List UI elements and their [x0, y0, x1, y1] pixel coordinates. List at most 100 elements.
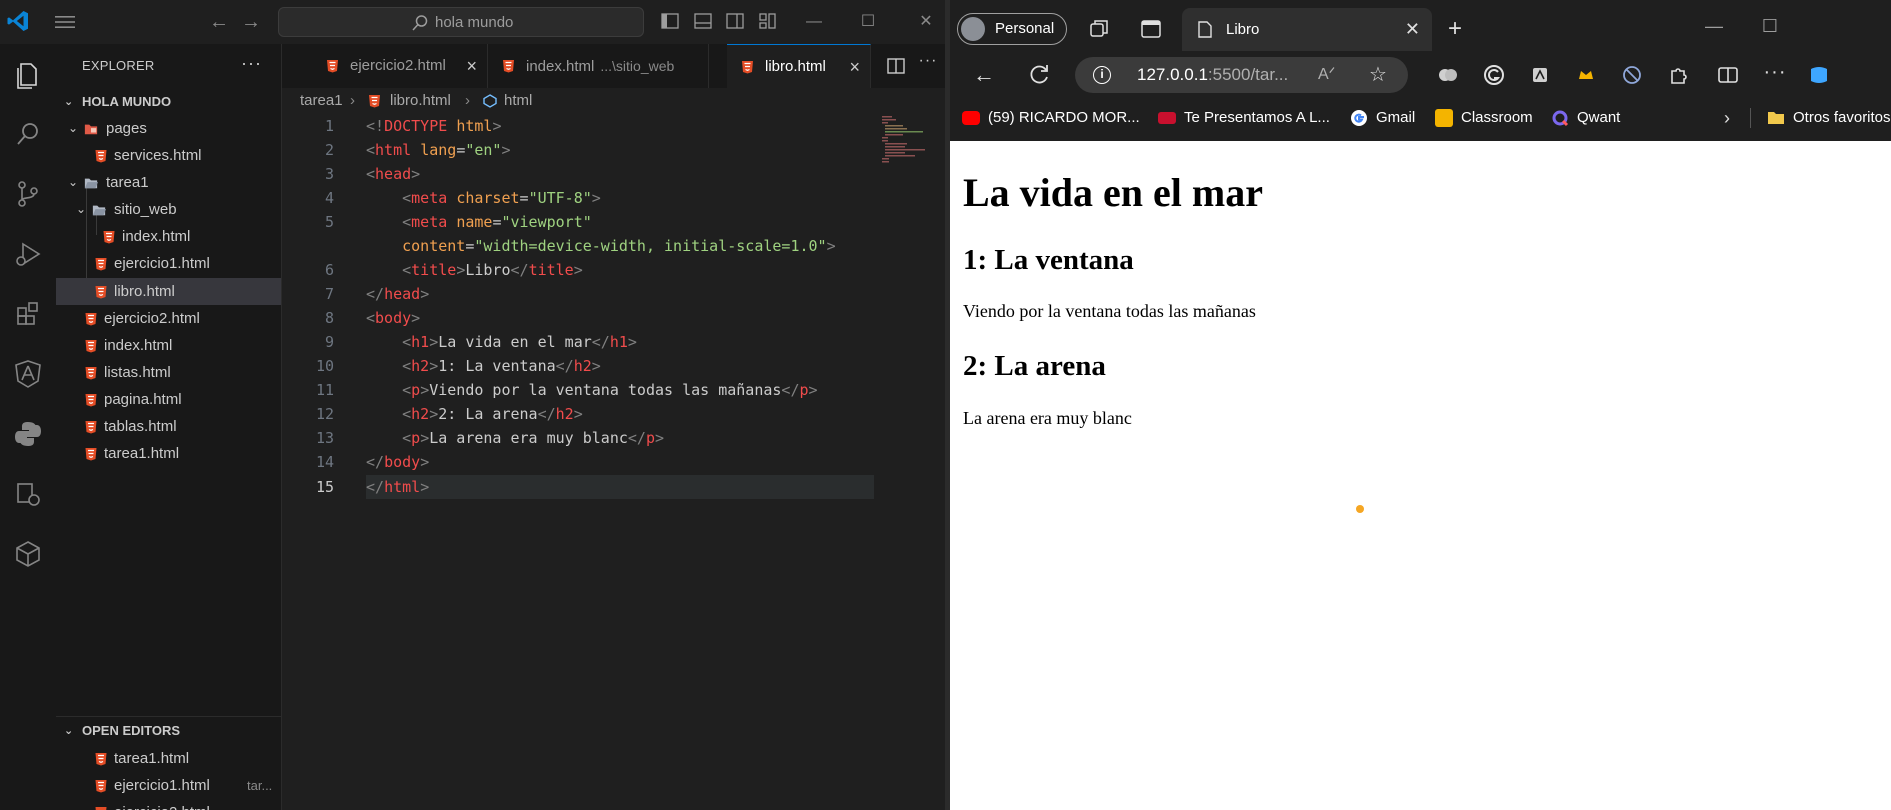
command-center-search[interactable]: hola mundo — [278, 7, 644, 37]
customize-layout-icon[interactable] — [759, 12, 777, 30]
tree-file-libro[interactable]: libro.html — [56, 278, 281, 305]
code-line: <meta name="viewport" — [402, 213, 592, 231]
tree-file-tarea1[interactable]: tarea1.html — [56, 440, 281, 467]
chevron-down-icon: ⌄ — [67, 175, 79, 189]
chevron-down-icon: ⌄ — [67, 121, 79, 135]
toggle-primary-sidebar-icon[interactable] — [661, 12, 679, 30]
toggle-secondary-sidebar-icon[interactable] — [726, 12, 744, 30]
breadcrumb-folder[interactable]: tarea1 — [300, 88, 343, 114]
other-favorites[interactable]: Otros favoritos — [1767, 106, 1891, 130]
explorer-icon[interactable] — [10, 56, 46, 92]
extension-a-icon[interactable] — [1526, 61, 1554, 89]
tab-libro-browser[interactable]: Libro ✕ — [1182, 8, 1432, 51]
favorite-star-icon[interactable]: ☆ — [1369, 57, 1387, 93]
address-bar[interactable]: i 127.0.0.1:5500/tar... Aᐟ ☆ — [1075, 57, 1408, 93]
forward-arrow-icon[interactable]: → — [240, 12, 262, 32]
tree-file-tablas[interactable]: tablas.html — [56, 413, 281, 440]
tree-file-index[interactable]: index.html — [56, 332, 281, 359]
breadcrumb-symbol[interactable]: html — [504, 88, 532, 114]
back-arrow-icon[interactable]: ← — [970, 61, 998, 89]
back-arrow-icon[interactable]: ← — [208, 12, 230, 32]
breadcrumb-file[interactable]: libro.html — [390, 88, 451, 114]
explorer-sidebar: EXPLORER ··· ⌄ HOLA MUNDO ⌄ pages servic… — [56, 44, 282, 810]
split-screen-icon[interactable] — [1714, 61, 1742, 89]
split-editor-icon[interactable] — [886, 56, 906, 76]
workspace-root-label: HOLA MUNDO — [82, 94, 172, 109]
tab-close-icon[interactable]: × — [466, 44, 477, 88]
profile-button[interactable]: Personal — [957, 13, 1067, 45]
read-aloud-icon[interactable]: Aᐟ — [1318, 57, 1335, 93]
refresh-icon[interactable] — [1025, 61, 1053, 89]
bookmark-item[interactable]: Gmail — [1350, 106, 1430, 130]
browser-chrome: Personal Libro ✕ + — ☐ ← i 127.0.0.1:550… — [950, 0, 1891, 141]
tree-folder-sitio-web[interactable]: ⌄ sitio_web — [56, 196, 281, 223]
code-line: <!DOCTYPE html> — [366, 117, 502, 135]
open-editors-label: OPEN EDITORS — [82, 723, 181, 738]
tab-close-icon[interactable]: × — [849, 45, 860, 89]
minimap[interactable] — [880, 114, 940, 174]
tab-libro[interactable]: libro.html × — [727, 44, 871, 88]
open-editor-item[interactable]: tarea1.html — [56, 745, 281, 772]
bookmark-item[interactable]: Classroom — [1435, 106, 1545, 130]
copilot-sidebar-icon[interactable] — [1805, 61, 1833, 89]
tree-file-ejercicio2[interactable]: ejercicio2.html — [56, 305, 281, 332]
toggle-panel-icon[interactable] — [694, 12, 712, 30]
workspace-root-header[interactable]: ⌄ HOLA MUNDO — [56, 89, 281, 115]
angular-icon[interactable] — [10, 356, 46, 392]
line-number: 2 — [324, 141, 334, 159]
tab-close-icon[interactable]: ✕ — [1405, 8, 1420, 51]
search-sidebar-icon[interactable] — [10, 116, 46, 152]
tree-label: ejercicio2.html — [104, 310, 200, 327]
minimize-icon[interactable]: — — [1700, 12, 1728, 40]
maximize-icon[interactable]: ☐ — [1756, 12, 1784, 40]
source-control-icon[interactable] — [10, 176, 46, 212]
copilot-icon[interactable] — [1434, 61, 1462, 89]
paragraph: Viendo por la ventana todas las mañanas — [963, 301, 1256, 321]
address-host: 127.0.0.1 — [1137, 65, 1208, 84]
tab-actions-icon[interactable] — [1137, 15, 1165, 43]
new-tab-icon[interactable]: + — [1441, 15, 1469, 43]
line-number: 6 — [324, 261, 334, 279]
code-editor[interactable]: 1 2 3 4 5 6 7 8 9 10 11 12 13 14 15 <!DO… — [282, 114, 945, 810]
tree-folder-pages[interactable]: ⌄ pages — [56, 115, 281, 142]
editor-more-icon[interactable]: ··· — [918, 52, 938, 72]
explorer-more-icon[interactable]: ··· — [241, 53, 262, 74]
workspaces-icon[interactable] — [1085, 15, 1113, 43]
python-icon[interactable] — [10, 416, 46, 452]
editor-tabs: ejercicio2.html × index.html ...\sitio_we… — [282, 44, 945, 88]
qwant-icon — [1552, 110, 1569, 127]
extension-b-icon[interactable] — [1618, 61, 1646, 89]
remote-explorer-icon[interactable] — [10, 476, 46, 512]
site-info-icon[interactable]: i — [1093, 66, 1111, 84]
settings-more-icon[interactable]: ··· — [1761, 58, 1789, 86]
search-text: hola mundo — [435, 14, 514, 31]
tree-folder-tarea1[interactable]: ⌄ tarea1 — [56, 169, 281, 196]
tree-file-index-sitio[interactable]: index.html — [56, 223, 281, 250]
open-editor-item[interactable]: ejercicio2.html — [56, 799, 281, 810]
chevron-right-icon[interactable]: › — [1713, 104, 1741, 132]
line-number: 14 — [315, 453, 334, 471]
html-file-icon — [85, 367, 97, 380]
extensions-puzzle-icon[interactable] — [1664, 61, 1692, 89]
tree-file-ejercicio1[interactable]: ejercicio1.html — [56, 250, 281, 277]
bookmark-item[interactable]: Qwant — [1551, 106, 1631, 130]
tab-index-sitio-web[interactable]: index.html ...\sitio_web — [488, 44, 709, 88]
tree-file-services[interactable]: services.html — [56, 142, 281, 169]
menu-icon[interactable] — [53, 14, 77, 30]
open-editors-header[interactable]: ⌄ OPEN EDITORS — [56, 718, 281, 744]
grammarly-icon[interactable] — [1480, 61, 1508, 89]
crown-extension-icon[interactable] — [1572, 61, 1600, 89]
run-debug-icon[interactable] — [10, 236, 46, 272]
close-window-icon[interactable]: ✕ — [914, 10, 938, 34]
bookmark-item[interactable]: Te Presentamos A L... — [1158, 106, 1330, 130]
tab-ejercicio2[interactable]: ejercicio2.html × — [312, 44, 488, 88]
minimize-icon[interactable]: — — [802, 10, 826, 34]
html-file-icon — [95, 258, 107, 271]
open-editor-item[interactable]: ejercicio1.html tar... — [56, 772, 281, 799]
extensions-icon[interactable] — [10, 296, 46, 332]
bookmark-item[interactable]: (59) RICARDO MOR... — [962, 106, 1140, 130]
maximize-icon[interactable]: ☐ — [856, 10, 880, 34]
tree-file-listas[interactable]: listas.html — [56, 359, 281, 386]
docker-cube-icon[interactable] — [10, 536, 46, 572]
tree-file-pagina[interactable]: pagina.html — [56, 386, 281, 413]
